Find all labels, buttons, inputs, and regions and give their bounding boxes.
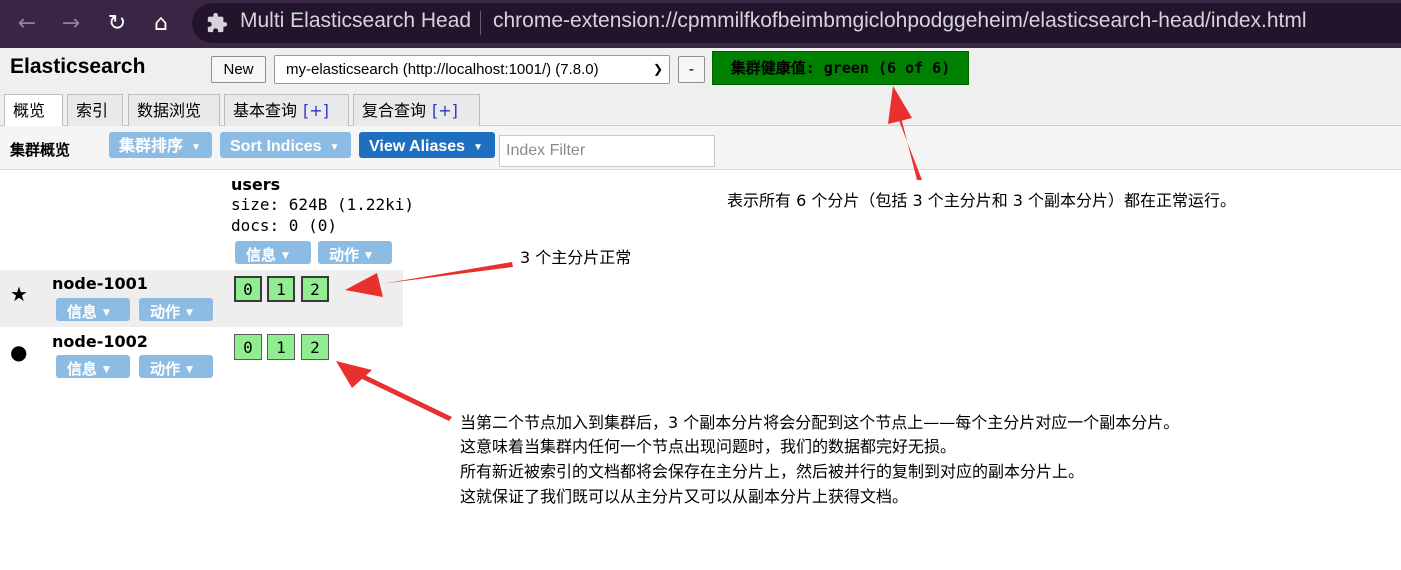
replica-annotation-line: 这意味着当集群内任何一个节点出现问题时，我们的数据都完好无损。 bbox=[460, 437, 957, 456]
caret-down-icon: ▼ bbox=[186, 365, 193, 375]
page-title: Multi Elasticsearch Head bbox=[240, 9, 472, 32]
caret-down-icon: ▼ bbox=[329, 142, 340, 153]
node-action-button[interactable]: 动作 ▼ bbox=[139, 355, 213, 378]
new-connection-button[interactable]: New bbox=[211, 56, 266, 83]
tab-compound-query[interactable]: 复合查询 [+] bbox=[353, 94, 480, 126]
address-divider bbox=[480, 11, 481, 35]
index-info-label: 信息 bbox=[246, 246, 277, 264]
tab-overview[interactable]: 概览 bbox=[4, 94, 63, 127]
cluster-select[interactable]: my-elasticsearch (http://localhost:1001/… bbox=[274, 55, 670, 84]
primary-shard[interactable]: 0 bbox=[234, 276, 262, 302]
caret-down-icon: ▼ bbox=[103, 308, 110, 318]
brand-title: Elasticsearch bbox=[10, 55, 146, 78]
index-docs: docs: 0 (0) bbox=[231, 216, 337, 235]
circle-icon: ● bbox=[10, 340, 28, 364]
replica-annotation-line: 所有新近被索引的文档都将会保存在主分片上，然后被并行的复制到对应的副本分片上。 bbox=[460, 462, 1085, 481]
url-text[interactable]: chrome-extension://cpmmilfkofbeimbmgiclo… bbox=[493, 9, 1307, 33]
app-header: Elasticsearch New my-elasticsearch (http… bbox=[0, 48, 1401, 127]
caret-down-icon: ▼ bbox=[103, 365, 110, 375]
replica-annotation-line: 这就保证了我们既可以从主分片又可以从副本分片上获得文档。 bbox=[460, 487, 909, 506]
chevron-down-icon: ❯ bbox=[652, 62, 663, 76]
address-bar[interactable]: Multi Elasticsearch Head chrome-extensio… bbox=[192, 3, 1401, 43]
caret-down-icon: ▼ bbox=[282, 251, 289, 261]
index-size: size: 624B (1.22ki) bbox=[231, 195, 415, 214]
cluster-select-value: my-elasticsearch (http://localhost:1001/… bbox=[286, 61, 599, 78]
index-action-label: 动作 bbox=[329, 246, 360, 264]
sort-cluster-label: 集群排序 bbox=[119, 138, 184, 155]
tab-indices[interactable]: 索引 bbox=[67, 94, 123, 126]
forward-icon[interactable]: → bbox=[56, 9, 86, 39]
star-icon: ★ bbox=[10, 282, 28, 306]
node-info-button[interactable]: 信息 ▼ bbox=[56, 355, 130, 378]
caret-down-icon: ▼ bbox=[191, 142, 201, 153]
caret-down-icon: ▼ bbox=[186, 308, 193, 318]
browser-toolbar: ← → ↻ ⌂ Multi Elasticsearch Head chrome-… bbox=[0, 0, 1401, 48]
node-name: node-1002 bbox=[52, 332, 148, 351]
tab-label: 索引 bbox=[76, 101, 109, 120]
overview-toolbar: 集群概览 集群排序 ▼ Sort Indices ▼ View Aliases ▼ I… bbox=[0, 126, 1401, 170]
caret-down-icon: ▼ bbox=[473, 142, 483, 153]
home-icon[interactable]: ⌂ bbox=[146, 9, 176, 39]
primary-shard[interactable]: 2 bbox=[301, 276, 329, 302]
tab-basic-query[interactable]: 基本查询 [+] bbox=[224, 94, 349, 126]
tab-add-link[interactable]: [+] bbox=[432, 101, 458, 120]
replica-shard[interactable]: 0 bbox=[234, 334, 262, 360]
tab-label: 基本查询 bbox=[233, 101, 298, 120]
node-action-label: 动作 bbox=[150, 360, 181, 378]
node-info-label: 信息 bbox=[67, 360, 98, 378]
cluster-health-badge: 集群健康值: green (6 of 6) bbox=[712, 51, 969, 85]
back-icon[interactable]: ← bbox=[12, 9, 42, 39]
health-annotation: 表示所有 6 个分片（包括 3 个主分片和 3 个副本分片）都在正常运行。 bbox=[727, 191, 1237, 210]
node-action-button[interactable]: 动作 ▼ bbox=[139, 298, 213, 321]
primary-shard[interactable]: 1 bbox=[267, 276, 295, 302]
view-aliases-button[interactable]: View Aliases ▼ bbox=[359, 132, 495, 158]
replica-shard[interactable]: 2 bbox=[301, 334, 329, 360]
view-aliases-label: View Aliases bbox=[369, 138, 466, 155]
index-filter-input[interactable]: Index Filter bbox=[499, 135, 715, 167]
index-info-button[interactable]: 信息 ▼ bbox=[235, 241, 311, 264]
node-info-button[interactable]: 信息 ▼ bbox=[56, 298, 130, 321]
remove-connection-button[interactable]: - bbox=[678, 56, 705, 83]
reload-icon[interactable]: ↻ bbox=[102, 9, 132, 39]
sort-indices-button[interactable]: Sort Indices ▼ bbox=[220, 132, 351, 158]
caret-down-icon: ▼ bbox=[365, 251, 372, 261]
tab-label: 复合查询 bbox=[362, 101, 427, 120]
replica-shard[interactable]: 1 bbox=[267, 334, 295, 360]
tab-label: 概览 bbox=[13, 101, 46, 120]
node-action-label: 动作 bbox=[150, 303, 181, 321]
node-name: node-1001 bbox=[52, 274, 148, 293]
node-info-label: 信息 bbox=[67, 303, 98, 321]
sort-indices-label: Sort Indices bbox=[230, 138, 322, 155]
replica-annotation-line: 当第二个节点加入到集群后，3 个副本分片将会分配到这个节点上——每个主分片对应一… bbox=[460, 413, 1180, 432]
sort-cluster-button[interactable]: 集群排序 ▼ bbox=[109, 132, 212, 158]
tab-add-link[interactable]: [+] bbox=[303, 101, 329, 120]
primary-annotation: 3 个主分片正常 bbox=[520, 248, 632, 267]
tab-label: 数据浏览 bbox=[137, 101, 202, 120]
extension-puzzle-icon bbox=[207, 12, 228, 33]
toolbar-title: 集群概览 bbox=[10, 141, 71, 159]
index-name: users bbox=[231, 175, 281, 194]
index-action-button[interactable]: 动作 ▼ bbox=[318, 241, 392, 264]
tab-browser[interactable]: 数据浏览 bbox=[128, 94, 220, 126]
